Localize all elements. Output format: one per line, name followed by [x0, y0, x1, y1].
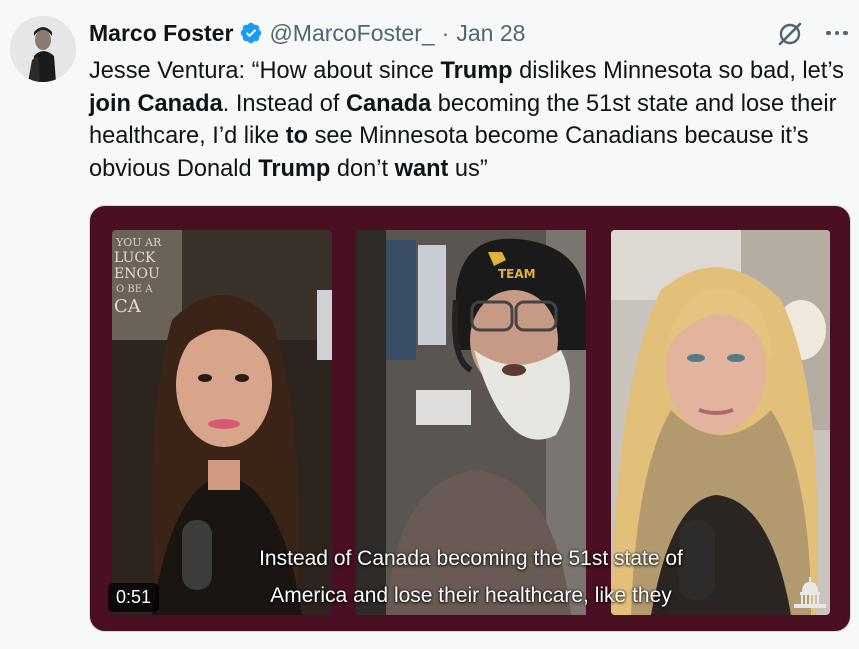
sign-text: CA — [114, 296, 142, 317]
grok-icon[interactable] — [775, 19, 805, 49]
tweet-text-bold-segment: want — [394, 155, 449, 182]
display-name[interactable]: Marco Foster — [89, 20, 233, 47]
video-player[interactable]: YOU AR LUCK ENOU O BE A CA TEAM Instead … — [89, 205, 851, 632]
more-dot — [843, 30, 848, 36]
video-caption-line-2: America and lose their healthcare, like … — [270, 584, 672, 607]
header-separator: · — [441, 19, 450, 46]
avatar-image — [10, 16, 76, 82]
capitol-dome-icon — [794, 577, 826, 608]
tweet-text-bold-segment: to — [285, 123, 309, 149]
sign-text: ENOU — [114, 266, 160, 282]
sign-text: YOU AR — [115, 236, 162, 249]
video-duration: 0:51 — [108, 583, 160, 612]
video-caption-line-1: Instead of Canada becoming the 51st stat… — [259, 547, 683, 570]
tweet-text-bold-segment: Trump — [258, 155, 331, 182]
more-options-icon[interactable] — [820, 20, 854, 46]
user-handle[interactable]: @MarcoFoster_ — [269, 20, 434, 47]
tweet-text-bold-segment: join Canada — [89, 90, 223, 117]
sign-text: LUCK — [114, 250, 156, 266]
tweet-text-segment: us” — [448, 155, 488, 182]
tweet-text-segment: dislikes Minnesota so bad, let’s — [512, 58, 844, 84]
more-dot — [826, 30, 831, 36]
tweet-text: Jesse Ventura: “How about since Trump di… — [89, 55, 854, 185]
more-dot — [834, 30, 840, 36]
sign-text: O BE A — [116, 284, 153, 295]
tweet-card[interactable]: Marco Foster @MarcoFoster_ · Jan 28 Jess… — [0, 0, 859, 649]
verified-badge-icon[interactable] — [239, 21, 263, 45]
tweet-header: Marco Foster @MarcoFoster_ · Jan 28 — [89, 16, 525, 50]
tweet-text-bold-segment: Canada — [346, 90, 432, 117]
avatar[interactable] — [10, 16, 76, 82]
tweet-date[interactable]: Jan 28 — [456, 20, 525, 47]
tweet-text-segment: Jesse Ventura: “How about since — [89, 58, 441, 84]
tweet-text-segment: don’t — [330, 155, 395, 182]
tweet-text-segment: . Instead of — [222, 90, 347, 117]
hat-text: TEAM — [498, 267, 536, 281]
tweet-text-bold-segment: Trump — [440, 58, 513, 84]
